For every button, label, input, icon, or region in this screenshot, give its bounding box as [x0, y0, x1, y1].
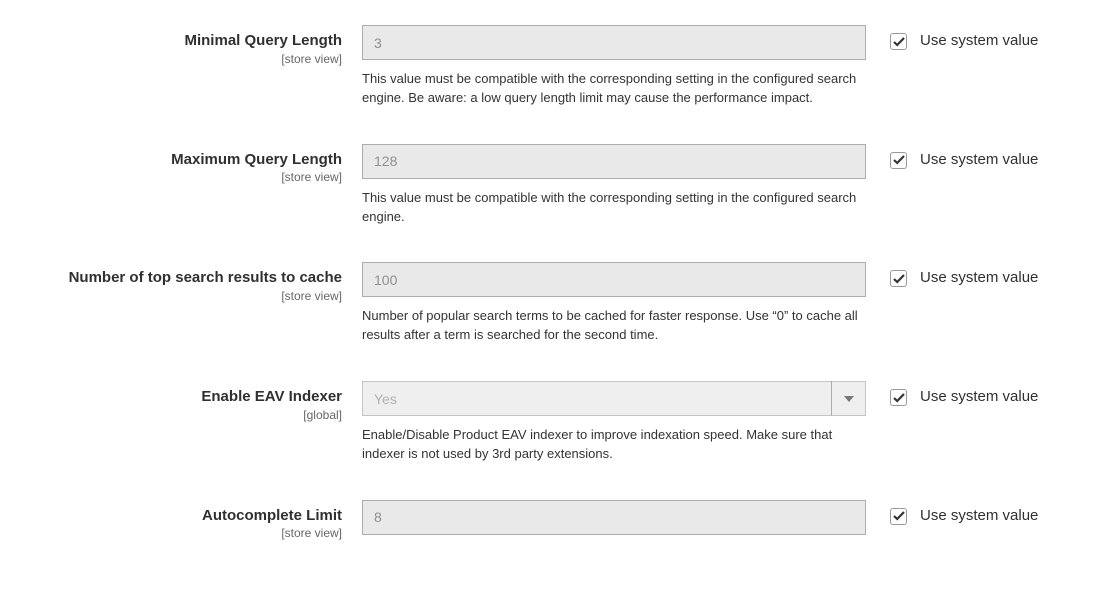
use-system-value-label: Use system value — [908, 25, 1038, 49]
checkbox-column — [866, 381, 908, 408]
use-system-value-label: Use system value — [908, 262, 1038, 286]
field-label: Autocomplete Limit — [18, 506, 342, 526]
field-label: Enable EAV Indexer — [18, 387, 342, 407]
label-column: Number of top search results to cache [s… — [18, 262, 362, 303]
use-system-value-checkbox[interactable] — [890, 270, 907, 287]
check-icon — [893, 511, 905, 521]
top-results-cache-input[interactable] — [362, 262, 866, 297]
checkbox-column — [866, 25, 908, 52]
check-icon — [893, 155, 905, 165]
help-text: Enable/Disable Product EAV indexer to im… — [362, 426, 866, 464]
field-label: Minimal Query Length — [18, 31, 342, 51]
field-label: Number of top search results to cache — [18, 268, 342, 288]
field-scope: [store view] — [18, 170, 342, 184]
field-label: Maximum Query Length — [18, 150, 342, 170]
field-max-query-length: Maximum Query Length [store view] This v… — [18, 144, 1082, 227]
label-column: Enable EAV Indexer [global] — [18, 381, 362, 422]
input-column: Yes Enable/Disable Product EAV indexer t… — [362, 381, 866, 464]
check-icon — [893, 37, 905, 47]
help-text: This value must be compatible with the c… — [362, 189, 866, 227]
label-column: Autocomplete Limit [store view] — [18, 500, 362, 541]
field-min-query-length: Minimal Query Length [store view] This v… — [18, 25, 1082, 108]
input-column — [362, 500, 866, 535]
check-icon — [893, 274, 905, 284]
use-system-value-label: Use system value — [908, 381, 1038, 405]
max-query-length-input[interactable] — [362, 144, 866, 179]
field-scope: [store view] — [18, 289, 342, 303]
use-system-value-checkbox[interactable] — [890, 389, 907, 406]
use-system-value-label: Use system value — [908, 500, 1038, 524]
input-column: This value must be compatible with the c… — [362, 25, 866, 108]
checkbox-column — [866, 144, 908, 171]
use-system-value-label: Use system value — [908, 144, 1038, 168]
label-column: Minimal Query Length [store view] — [18, 25, 362, 66]
field-top-results-cache: Number of top search results to cache [s… — [18, 262, 1082, 345]
input-column: This value must be compatible with the c… — [362, 144, 866, 227]
checkbox-column — [866, 262, 908, 289]
help-text: Number of popular search terms to be cac… — [362, 307, 866, 345]
min-query-length-input[interactable] — [362, 25, 866, 60]
field-enable-eav-indexer: Enable EAV Indexer [global] Yes Enable/D… — [18, 381, 1082, 464]
select-wrap: Yes — [362, 381, 866, 416]
check-icon — [893, 393, 905, 403]
field-scope: [store view] — [18, 52, 342, 66]
input-column: Number of popular search terms to be cac… — [362, 262, 866, 345]
field-scope: [global] — [18, 408, 342, 422]
help-text: This value must be compatible with the c… — [362, 70, 866, 108]
autocomplete-limit-input[interactable] — [362, 500, 866, 535]
field-scope: [store view] — [18, 526, 342, 540]
checkbox-column — [866, 500, 908, 527]
use-system-value-checkbox[interactable] — [890, 152, 907, 169]
use-system-value-checkbox[interactable] — [890, 508, 907, 525]
use-system-value-checkbox[interactable] — [890, 33, 907, 50]
enable-eav-indexer-select[interactable]: Yes — [362, 381, 866, 416]
label-column: Maximum Query Length [store view] — [18, 144, 362, 185]
field-autocomplete-limit: Autocomplete Limit [store view] Use syst… — [18, 500, 1082, 541]
